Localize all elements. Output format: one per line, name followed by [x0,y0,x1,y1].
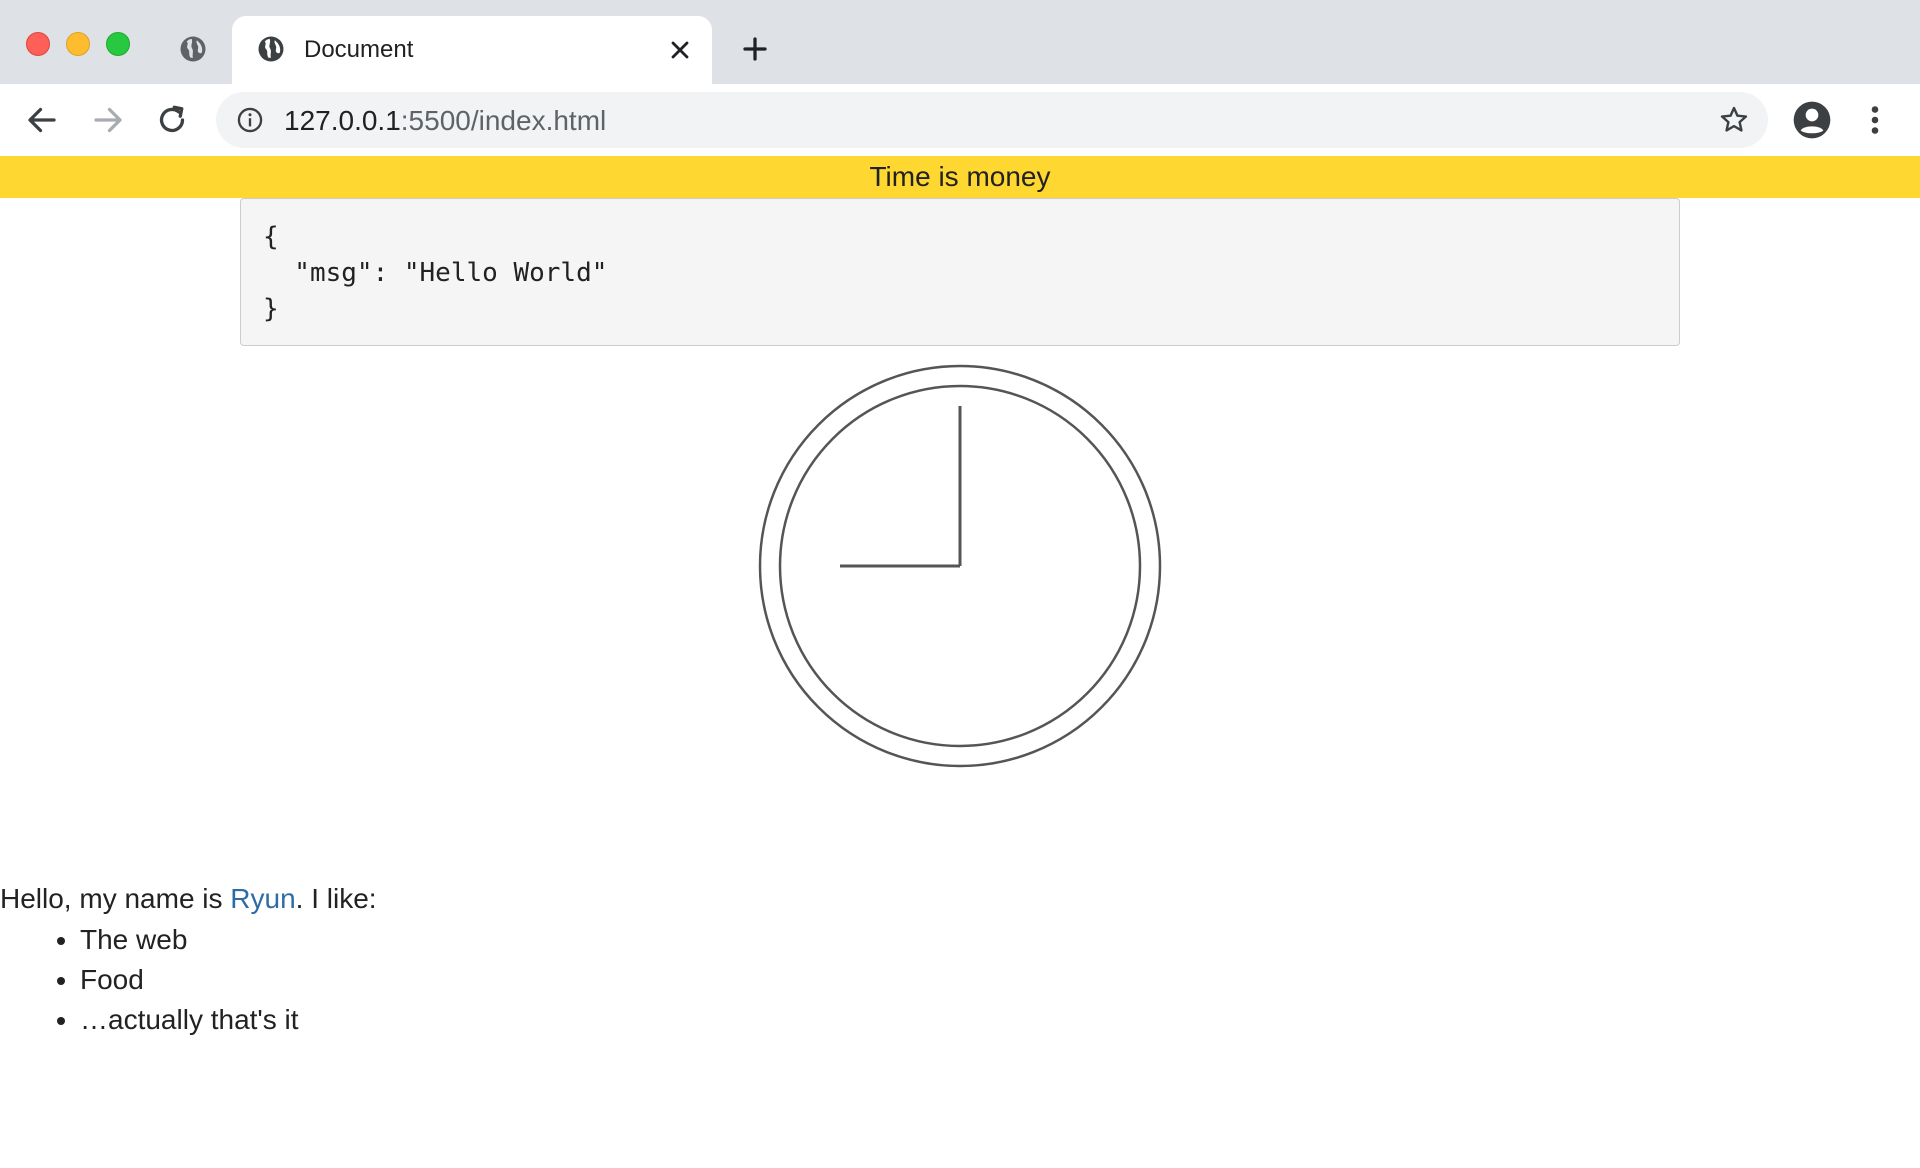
json-code-block: { "msg": "Hello World" } [240,198,1680,346]
likes-list: The web Food …actually that's it [0,920,299,1040]
arrow-right-icon[interactable] [90,102,126,138]
arrow-left-icon[interactable] [24,102,60,138]
close-icon[interactable] [666,36,694,64]
account-icon[interactable] [1792,100,1832,140]
name-link[interactable]: Ryun [230,883,295,914]
tab-document[interactable]: Document [232,16,712,84]
list-item: Food [80,960,299,1000]
close-window-button[interactable] [26,32,50,56]
tab-title: Document [304,36,414,63]
browser-toolbar: 127.0.0.1:5500/index.html [0,84,1920,156]
clock [758,364,1162,768]
plus-icon[interactable] [740,34,770,64]
globe-icon[interactable] [178,34,208,64]
star-icon[interactable] [1718,104,1750,136]
url-text[interactable]: 127.0.0.1:5500/index.html [284,106,606,136]
kebab-menu-icon[interactable] [1862,102,1888,138]
address-bar[interactable]: 127.0.0.1:5500/index.html [216,92,1768,148]
list-item: The web [80,920,299,960]
globe-icon [258,36,284,62]
info-icon[interactable] [236,106,264,134]
url-path: :5500/index.html [400,105,607,136]
minimize-window-button[interactable] [66,32,90,56]
page-viewport: Time is money { "msg": "Hello World" } H… [0,156,1920,1168]
intro-after: . I like: [295,883,377,914]
reload-icon[interactable] [154,102,190,138]
maximize-window-button[interactable] [106,32,130,56]
intro-before: Hello, my name is [0,883,231,914]
list-item: …actually that's it [80,1000,299,1040]
intro-text: Hello, my name is Ryun. I like: [0,880,377,918]
url-host: 127.0.0.1 [284,105,401,136]
banner: Time is money [0,156,1920,198]
tab-strip: Document [0,0,1920,84]
